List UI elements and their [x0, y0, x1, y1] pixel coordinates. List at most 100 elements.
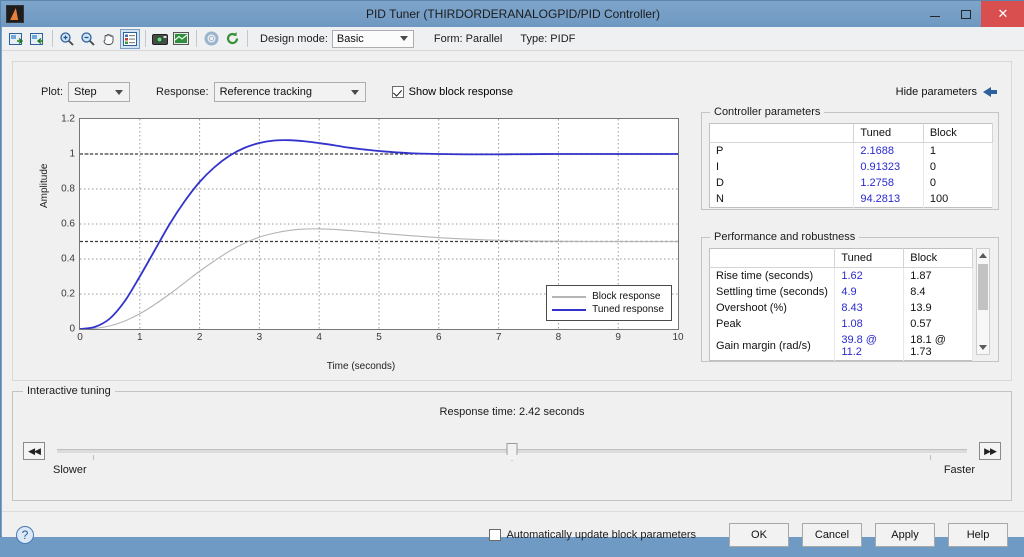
table-row: Peak 1.08 0.57	[709, 316, 973, 332]
table-header-cell	[709, 248, 836, 268]
toolbar-separator	[52, 30, 53, 47]
scroll-up-icon[interactable]	[977, 249, 989, 262]
y-axis-tick: 0.2	[61, 288, 75, 300]
legend-label-block: Block response	[592, 291, 661, 302]
row-block-value: 0	[923, 159, 994, 175]
titlebar: PID Tuner (THIRDORDERANALOGPID/PID Contr…	[1, 1, 1024, 27]
row-tuned-value: 1.2758	[853, 175, 924, 191]
pid-tuner-window: PID Tuner (THIRDORDERANALOGPID/PID Contr…	[0, 0, 1024, 547]
chevron-down-icon	[115, 90, 124, 95]
y-axis-tick: 1	[69, 148, 75, 160]
row-tuned-value: 4.9	[834, 284, 905, 300]
row-label: Rise time (seconds)	[709, 267, 836, 284]
refresh-icon[interactable]	[222, 29, 242, 49]
slower-label: Slower	[53, 464, 87, 476]
maximize-icon[interactable]	[950, 1, 981, 27]
slower-step-button[interactable]: ◀◀	[23, 442, 45, 460]
y-axis-tick: 0.8	[61, 183, 75, 195]
type-text: Type: PIDF	[520, 32, 576, 45]
row-block-value: 18.1 @ 1.73	[903, 332, 973, 361]
design-mode-select[interactable]: Basic	[331, 29, 414, 48]
zoom-in-icon[interactable]	[57, 29, 77, 49]
row-label: Settling time (seconds)	[709, 284, 836, 300]
show-block-response-checkbox[interactable]: Show block response	[391, 86, 513, 98]
response-type-select[interactable]: Reference tracking	[213, 82, 366, 102]
table-row: Overshoot (%) 8.43 13.9	[709, 300, 973, 316]
form-text: Form: Parallel	[433, 32, 503, 45]
plot-icon[interactable]	[171, 29, 191, 49]
toolbar-separator	[145, 30, 146, 47]
arrow-left-icon	[983, 87, 997, 97]
faster-label: Faster	[943, 464, 975, 476]
table-row: D 1.2758 0	[709, 175, 994, 191]
controller-parameters-title: Controller parameters	[710, 106, 825, 118]
legend-swatch-tuned	[552, 308, 587, 311]
plot-and-parameters-panel: Plot: Step Response: Reference tracking …	[12, 61, 1012, 381]
plot-type-select[interactable]: Step	[68, 82, 131, 102]
legend-item-tuned: Tuned response	[552, 303, 664, 316]
import-icon[interactable]	[6, 29, 26, 49]
help-icon[interactable]: ?	[16, 525, 34, 544]
row-tuned-value: 2.1688	[853, 142, 924, 159]
y-axis-label: Amplitude	[39, 163, 50, 208]
design-mode-label: Design mode:	[260, 32, 328, 45]
bottom-button-bar: ? Automatically update block parameters …	[2, 511, 1024, 557]
row-label: P	[709, 142, 855, 159]
window-title: PID Tuner (THIRDORDERANALOGPID/PID Contr…	[365, 7, 661, 21]
interactive-tuning-title: Interactive tuning	[23, 385, 115, 397]
plot-controls-row: Plot: Step Response: Reference tracking …	[41, 82, 513, 102]
dialog-buttons: OK Cancel Apply Help	[716, 522, 1008, 547]
table-header-cell	[709, 123, 855, 143]
design-mode-value: Basic	[336, 32, 364, 45]
export-icon[interactable]	[27, 29, 47, 49]
cancel-button[interactable]: Cancel	[802, 522, 862, 547]
x-axis-tick: 7	[495, 332, 502, 343]
y-axis-tick: 1.2	[61, 113, 75, 125]
apply-button[interactable]: Apply	[875, 522, 935, 547]
close-icon[interactable]: ✕	[981, 1, 1024, 27]
tuning-slider-row: ◀◀ ▶▶	[23, 440, 1001, 462]
matlab-icon	[6, 5, 24, 23]
y-axis-tick: 0	[69, 323, 75, 335]
zoom-out-icon[interactable]	[78, 29, 98, 49]
row-block-value: 13.9	[903, 300, 973, 316]
controller-parameters-table: Tuned Block P 2.1688 1 I 0.91323 0 D 1.2758 0 N 94.2…	[709, 123, 994, 208]
toolbar-separator	[247, 30, 248, 47]
row-label: Gain margin (rad/s)	[709, 332, 836, 361]
x-axis-tick: 10	[672, 332, 684, 343]
legend-swatch-block	[552, 295, 587, 298]
x-axis-tick: 8	[555, 332, 562, 343]
performance-table-scrollbar[interactable]	[976, 248, 990, 355]
slider-endpoints: Slower Faster	[23, 464, 1001, 476]
options-icon[interactable]	[201, 29, 221, 49]
scrollbar-thumb[interactable]	[978, 264, 988, 310]
x-axis-tick: 5	[376, 332, 382, 343]
table-row: Gain margin (rad/s) 39.8 @ 11.2 18.1 @ 1.7…	[709, 332, 973, 361]
row-tuned-value: 39.8 @ 11.2	[834, 332, 905, 361]
scroll-down-icon[interactable]	[977, 341, 989, 354]
table-row: I 0.91323 0	[709, 159, 994, 175]
auto-update-checkbox[interactable]: Automatically update block parameters	[489, 528, 696, 541]
hide-parameters-button[interactable]: Hide parameters	[896, 86, 997, 98]
row-block-value: 100	[923, 191, 994, 208]
performance-robustness-table: Tuned Block Rise time (seconds) 1.62 1.87 Set…	[709, 248, 973, 361]
tuning-slider-thumb[interactable]	[506, 443, 518, 461]
row-tuned-value: 0.91323	[853, 159, 924, 175]
row-label: Peak	[709, 316, 836, 332]
tuning-slider-track[interactable]	[57, 443, 967, 461]
ok-button[interactable]: OK	[729, 522, 789, 547]
camera-icon[interactable]	[150, 29, 170, 49]
toolbar: Design mode: Basic Form: Parallel Type: …	[2, 27, 1024, 51]
legend-icon[interactable]	[120, 28, 140, 49]
body-area: Plot: Step Response: Reference tracking …	[2, 51, 1024, 547]
table-row: P 2.1688 1	[709, 142, 994, 159]
help-button[interactable]: Help	[948, 522, 1008, 547]
faster-step-button[interactable]: ▶▶	[979, 442, 1001, 460]
x-axis-tick: 9	[615, 332, 621, 343]
table-row: N 94.2813 100	[709, 191, 994, 208]
x-axis-tick: 3	[256, 332, 263, 343]
plot-axes[interactable]: Block response Tuned response 0 0.2 0.4 0.6…	[61, 114, 683, 344]
minimize-icon[interactable]	[919, 1, 950, 27]
row-tuned-value: 8.43	[834, 300, 905, 316]
pan-icon[interactable]	[99, 29, 119, 49]
